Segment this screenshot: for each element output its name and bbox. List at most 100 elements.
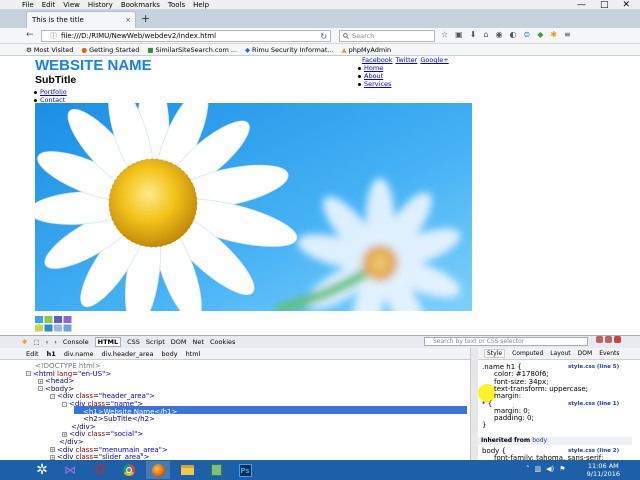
url-bar[interactable]: ⓘ file:///D:/RIMU/NewWeb/webdev2/index.h… [41, 30, 331, 42]
firebug-close-icon[interactable] [614, 336, 621, 343]
menu-edit[interactable]: Edit [42, 1, 56, 9]
google-plus-link[interactable]: Google+ [420, 56, 448, 64]
crumb-body[interactable]: body [162, 350, 178, 358]
pocket-icon[interactable]: ◉ [496, 30, 503, 39]
collapse-icon[interactable]: - [50, 393, 55, 399]
addon-icon[interactable]: ⊜ [523, 30, 530, 39]
volume-icon[interactable]: ◀) [546, 465, 554, 473]
inherited-body-link[interactable]: body [532, 437, 547, 444]
home-link[interactable]: Home [364, 64, 383, 72]
network-icon[interactable]: ▥ [535, 465, 542, 473]
menu-help[interactable]: Help [193, 1, 209, 9]
expand-icon[interactable]: + [50, 454, 55, 460]
thumbnail-swatch[interactable] [35, 324, 43, 332]
crumb-html[interactable]: html [186, 350, 201, 358]
crumb-header-area[interactable]: div.header_area [102, 350, 154, 358]
clock[interactable]: 11:06 AM 9/11/2016 [587, 462, 620, 478]
start-icon[interactable]: ✲ [30, 461, 54, 479]
facebook-link[interactable]: Facebook [362, 56, 393, 64]
chrome-icon[interactable] [117, 461, 141, 479]
collapse-icon[interactable]: - [26, 371, 31, 377]
back-icon[interactable]: ← [26, 30, 34, 40]
tab-layout[interactable]: Layout [550, 350, 570, 357]
bookmark-most-visited[interactable]: ⚙ Most Visited [26, 46, 73, 54]
page-info-icon[interactable]: ⓘ [50, 31, 57, 41]
thumbnail-swatch[interactable] [35, 316, 43, 323]
home-icon[interactable]: ⌂ [483, 30, 488, 39]
collapse-icon[interactable]: - [62, 401, 67, 407]
tab-computed[interactable]: Computed [512, 350, 543, 357]
css-source-link[interactable]: style.css (line 1) [568, 400, 619, 408]
firebug-icon[interactable]: ✱ [22, 338, 27, 346]
thumbnail-swatch[interactable] [54, 324, 62, 332]
bookmark-rimu-security[interactable]: ◆ Rimu Security Informat... [245, 46, 334, 54]
tab-style[interactable]: Style [484, 349, 506, 358]
firebug-detach-icon[interactable] [605, 336, 612, 343]
css-property[interactable]: padding: 0; [494, 414, 534, 422]
thumbnail-grid[interactable] [35, 316, 73, 332]
chevron-up-icon[interactable]: ˄ [526, 465, 530, 473]
inspect-icon[interactable]: ⬚ [33, 338, 39, 346]
notepad-icon[interactable] [204, 461, 228, 479]
addon-s-icon[interactable]: ◆ [537, 30, 543, 39]
bookmark-star-icon[interactable]: ☆ [441, 30, 448, 39]
firebug-minimize-icon[interactable] [596, 336, 603, 343]
collapse-icon[interactable]: - [38, 386, 43, 392]
bullet-icon [358, 82, 361, 86]
tab-events[interactable]: Events [599, 350, 619, 357]
menu-icon[interactable]: ≡ [564, 30, 571, 39]
expand-icon[interactable]: + [50, 447, 55, 453]
tab-dom[interactable]: DOM [578, 350, 593, 357]
tab-net[interactable]: Net [193, 338, 204, 346]
edit-button[interactable]: Edit [26, 350, 39, 358]
forward-icon[interactable]: › [54, 338, 57, 346]
menu-bookmarks[interactable]: Bookmarks [121, 1, 160, 9]
tab-dom[interactable]: DOM [171, 338, 187, 346]
back-icon[interactable]: ‹ [46, 338, 49, 346]
thumbnail-swatch[interactable] [44, 324, 53, 332]
expand-icon[interactable]: + [62, 431, 67, 437]
twitter-link[interactable]: Twitter [396, 56, 418, 64]
css-property[interactable]: margin: [494, 392, 521, 400]
thumbnail-swatch[interactable] [44, 316, 53, 323]
opera-icon[interactable]: O [88, 461, 112, 479]
thumbnail-swatch[interactable] [54, 316, 62, 323]
tab-css[interactable]: CSS [127, 338, 140, 346]
menu-file[interactable]: File [22, 1, 34, 9]
thumbnail-swatch[interactable] [63, 324, 72, 332]
file-explorer-icon[interactable] [175, 461, 199, 479]
visual-studio-icon[interactable]: ⋈ [58, 461, 82, 479]
crumb-div-name[interactable]: div.name [64, 350, 94, 358]
download-icon[interactable]: ⬇ [470, 30, 477, 39]
firebug-icon[interactable]: ✱ [550, 30, 557, 39]
about-link[interactable]: About [364, 72, 383, 80]
services-link[interactable]: Services [364, 80, 391, 88]
firebug-search-input[interactable]: Search by text or CSS selector [424, 337, 588, 346]
crumb-h1[interactable]: h1 [47, 350, 56, 358]
new-tab-button[interactable]: + [141, 12, 150, 25]
thumbnail-swatch[interactable] [63, 316, 72, 323]
bookmark-similarsite[interactable]: ■ SimilarSiteSearch.com ... [147, 46, 237, 54]
browser-tab[interactable]: This is the title × [26, 11, 136, 28]
reading-list-icon[interactable]: ▣ [455, 30, 463, 39]
shield-icon[interactable]: ◐ [510, 30, 517, 39]
photoshop-icon[interactable]: Ps [233, 461, 257, 479]
tab-html[interactable]: HTML [94, 337, 122, 347]
firefox-icon[interactable] [146, 461, 170, 479]
portfolio-link[interactable]: Portfolio [40, 88, 67, 96]
bookmark-getting-started[interactable]: ● Getting Started [81, 46, 139, 54]
menu-view[interactable]: View [63, 1, 80, 9]
expand-icon[interactable]: + [38, 378, 43, 384]
search-input[interactable]: Search [339, 30, 435, 42]
menu-history[interactable]: History [88, 1, 113, 9]
reload-icon[interactable]: ↻ [320, 32, 327, 41]
css-source-link[interactable]: style.css (line 5) [568, 363, 619, 371]
tab-cookies[interactable]: Cookies [210, 338, 235, 346]
tab-close-icon[interactable]: × [125, 16, 131, 24]
menu-tools[interactable]: Tools [168, 1, 185, 9]
panel-splitter[interactable] [470, 348, 478, 460]
flag-icon[interactable]: ⚑ [559, 465, 565, 473]
bookmark-phpmyadmin[interactable]: ▲ phpMyAdmin [342, 46, 392, 54]
tab-script[interactable]: Script [146, 338, 165, 346]
tab-console[interactable]: Console [63, 338, 89, 346]
